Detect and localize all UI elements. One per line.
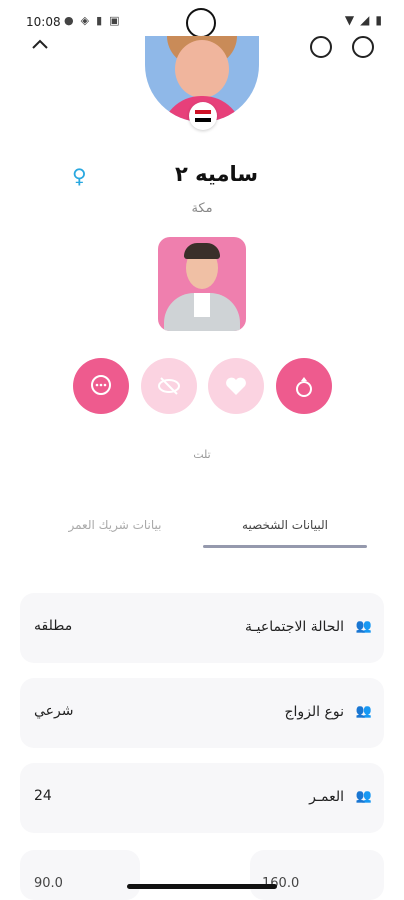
info-row-age: 👥 العمـر 24 xyxy=(20,763,384,833)
chevron-up-icon xyxy=(32,39,48,49)
status-right-icons: ▼ ◢ ▮ xyxy=(345,13,382,27)
info-value: 24 xyxy=(34,788,52,804)
people-icon: 👥 xyxy=(355,619,372,634)
info-value: مطلقه xyxy=(34,618,73,634)
ring-icon xyxy=(296,377,312,397)
status-time: 10:08 xyxy=(26,15,61,29)
female-gender-icon: ♀ xyxy=(72,164,87,188)
profile-name: ساميه ٢ xyxy=(175,162,258,186)
info-row-marital-status: 👥 الحالة الاجتماعيـة مطلقه xyxy=(20,593,384,663)
signal-icon: ◢ xyxy=(360,13,370,27)
hide-button[interactable] xyxy=(141,358,197,414)
info-value: 90.0 xyxy=(34,876,63,891)
action-caption: تلت xyxy=(193,448,211,461)
tab-partner-data[interactable]: بيانات شريك العمر xyxy=(40,518,190,532)
info-button[interactable] xyxy=(310,36,332,58)
chat-button[interactable] xyxy=(73,358,129,414)
info-value: شرعي xyxy=(34,703,74,719)
info-label: العمـر xyxy=(309,789,344,805)
info-label: نوع الزواج xyxy=(284,704,345,720)
heart-icon xyxy=(226,377,246,395)
chat-icon: ● xyxy=(64,14,74,27)
lock-icon: ▮ xyxy=(96,14,103,27)
wifi-icon: ▼ xyxy=(344,13,355,27)
people-icon: 👥 xyxy=(355,704,372,719)
home-indicator[interactable] xyxy=(127,884,277,889)
info-label: الحالة الاجتماعيـة xyxy=(245,619,344,635)
battery-icon: ▮ xyxy=(375,13,382,27)
info-row-height: 160.0 xyxy=(250,850,384,900)
tab-personal-data[interactable]: البيانات الشخصيه xyxy=(203,518,367,532)
country-flag-badge xyxy=(189,102,217,130)
eye-off-icon xyxy=(158,377,180,395)
proposal-button[interactable] xyxy=(276,358,332,414)
info-row-marriage-type: 👥 نوع الزواج شرعي xyxy=(20,678,384,748)
info-row-weight: 90.0 xyxy=(20,850,140,900)
flag-icon xyxy=(195,110,211,122)
shield-icon: ◈ xyxy=(80,14,90,27)
profile-avatar[interactable] xyxy=(145,36,259,134)
status-left-icons: ● ◈ ▮ ▣ xyxy=(64,14,120,27)
block-button[interactable] xyxy=(352,36,374,58)
active-tab-indicator xyxy=(203,545,367,548)
like-button[interactable] xyxy=(208,358,264,414)
collapse-button[interactable] xyxy=(30,36,50,52)
profile-photo-card[interactable] xyxy=(158,237,246,331)
name-row: ♀ ساميه ٢ xyxy=(0,162,404,192)
camera-cutout xyxy=(186,8,216,38)
chat-bubble-icon xyxy=(91,375,111,395)
sim-icon: ▣ xyxy=(109,14,120,27)
people-icon: 👥 xyxy=(355,789,372,804)
profile-city: مكة xyxy=(191,201,213,216)
